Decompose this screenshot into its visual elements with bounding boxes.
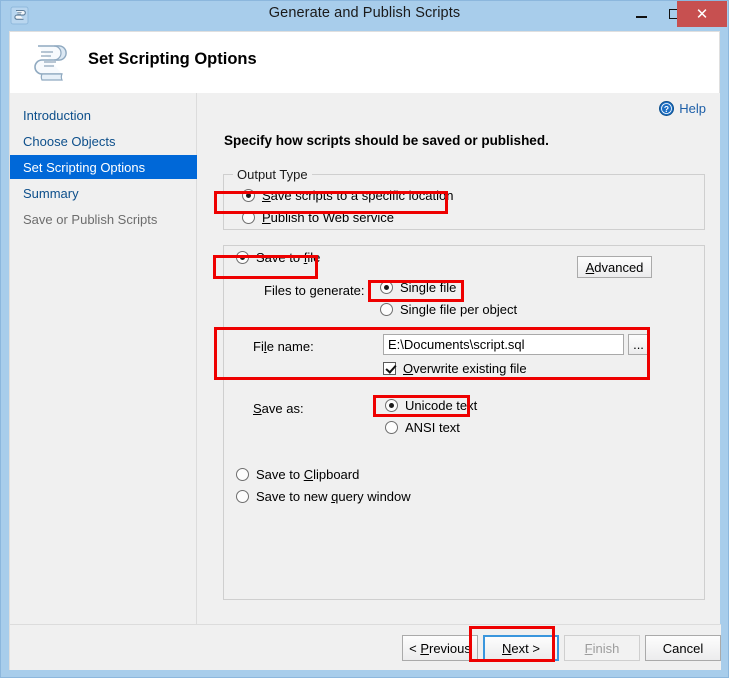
radio-indicator <box>236 490 249 503</box>
sidebar-item-set-scripting-options[interactable]: Set Scripting Options <box>10 155 197 179</box>
previous-button[interactable]: < Previous <box>402 635 478 661</box>
previous-label: < Previous <box>409 640 471 656</box>
radio-unicode-text[interactable]: Unicode text <box>385 398 477 413</box>
radio-indicator <box>242 189 255 202</box>
file-name-label: File name: <box>253 339 314 354</box>
checkbox-overwrite-existing-file[interactable]: Overwrite existing file <box>383 361 527 376</box>
cancel-button[interactable]: Cancel <box>645 635 721 661</box>
minimize-button[interactable] <box>625 1 657 27</box>
finish-label: Finish <box>584 640 620 656</box>
radio-indicator <box>380 303 393 316</box>
sidebar-item-choose-objects[interactable]: Choose Objects <box>10 129 197 153</box>
footer-bar: < Previous Next > Finish Cancel <box>10 625 721 670</box>
content-pane: ? Help Specify how scripts should be sav… <box>198 93 720 670</box>
radio-label: Save to Clipboard <box>256 467 360 482</box>
finish-button: Finish <box>564 635 640 661</box>
dialog-body: Introduction Choose Objects Set Scriptin… <box>9 93 721 670</box>
radio-indicator <box>380 281 393 294</box>
radio-label: Publish to Web service <box>262 210 394 225</box>
help-link[interactable]: ? Help <box>659 101 706 116</box>
close-button[interactable]: ✕ <box>677 1 727 27</box>
radio-ansi-text[interactable]: ANSI text <box>385 420 460 435</box>
sidebar-item-label: Summary <box>23 185 79 201</box>
help-label: Help <box>679 101 706 116</box>
advanced-label: Advanced <box>585 259 644 275</box>
save-as-label: Save as: <box>253 401 304 416</box>
radio-save-to-file[interactable]: Save to file <box>236 250 320 265</box>
radio-label: Save scripts to a specific location <box>262 188 454 203</box>
files-to-generate-label: Files to generate: <box>264 283 365 298</box>
instruction-text: Specify how scripts should be saved or p… <box>224 133 549 148</box>
sidebar-item-save-or-publish-scripts: Save or Publish Scripts <box>10 207 197 231</box>
radio-save-to-clipboard[interactable]: Save to Clipboard <box>236 467 359 482</box>
sidebar-item-label: Set Scripting Options <box>23 159 146 175</box>
browse-file-button[interactable]: ... <box>628 334 649 355</box>
minimize-icon <box>635 16 647 18</box>
radio-save-to-new-query-window[interactable]: Save to new query window <box>236 489 411 504</box>
sidebar-item-label: Choose Objects <box>23 133 116 149</box>
radio-label: ANSI text <box>405 420 460 435</box>
next-label: Next > <box>502 640 540 656</box>
cancel-label: Cancel <box>662 640 704 656</box>
radio-label: Unicode text <box>405 398 478 413</box>
sidebar-item-label: Introduction <box>23 107 91 123</box>
radio-save-scripts-to-location[interactable]: Save scripts to a specific location <box>242 188 453 203</box>
radio-label: Save to new query window <box>256 489 411 504</box>
title-bar: Generate and Publish Scripts ✕ <box>1 1 728 30</box>
dialog-window: Generate and Publish Scripts ✕ Set Scrip… <box>0 0 729 678</box>
radio-label: Single file per object <box>400 302 518 317</box>
radio-indicator <box>385 399 398 412</box>
checkbox-label: Overwrite existing file <box>403 361 527 376</box>
svg-text:?: ? <box>664 104 669 114</box>
radio-publish-to-web-service[interactable]: Publish to Web service <box>242 210 394 225</box>
file-name-input[interactable]: E:\Documents\script.sql <box>383 334 624 355</box>
radio-indicator <box>236 468 249 481</box>
close-icon: ✕ <box>695 5 709 23</box>
output-type-legend: Output Type <box>233 167 312 182</box>
wizard-steps-sidebar: Introduction Choose Objects Set Scriptin… <box>10 93 197 670</box>
scroll-document-icon <box>22 37 74 89</box>
window-title: Generate and Publish Scripts <box>268 5 461 21</box>
browse-label: ... <box>633 337 644 352</box>
radio-label: Single file <box>400 280 457 295</box>
sidebar-item-label: Save or Publish Scripts <box>23 211 158 227</box>
radio-label: Save to file <box>256 250 321 265</box>
save-options-group <box>223 245 705 600</box>
radio-indicator <box>236 251 249 264</box>
help-circle-icon: ? <box>659 101 675 116</box>
radio-single-file-per-object[interactable]: Single file per object <box>380 302 517 317</box>
checkbox-indicator <box>383 362 396 375</box>
page-title: Set Scripting Options <box>88 50 257 68</box>
file-name-value: E:\Documents\script.sql <box>388 337 525 352</box>
sidebar-item-summary[interactable]: Summary <box>10 181 197 205</box>
advanced-button[interactable]: Advanced <box>577 256 652 278</box>
radio-indicator <box>385 421 398 434</box>
radio-indicator <box>242 211 255 224</box>
next-button[interactable]: Next > <box>483 635 559 661</box>
sidebar-item-introduction[interactable]: Introduction <box>10 103 197 127</box>
radio-single-file[interactable]: Single file <box>380 280 456 295</box>
page-header: Set Scripting Options <box>9 31 720 93</box>
